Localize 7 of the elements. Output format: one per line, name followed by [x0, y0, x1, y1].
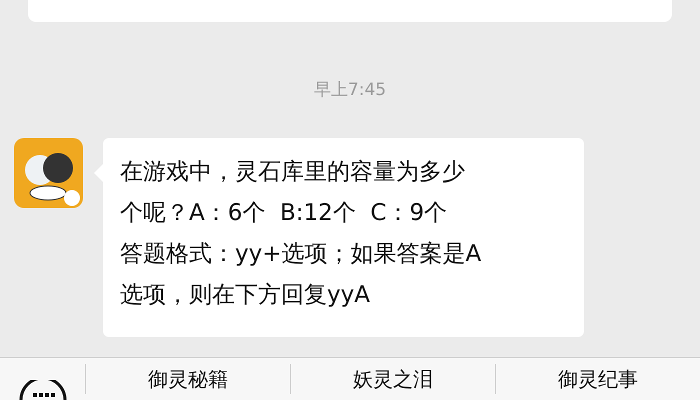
keyboard-icon[interactable]: [18, 380, 66, 400]
menu-tab[interactable]: 御灵秘籍: [148, 364, 228, 394]
app-avatar[interactable]: [14, 138, 83, 208]
menu-tab[interactable]: 妖灵之泪: [353, 364, 433, 394]
timestamp: 早上7:45: [314, 79, 386, 102]
message-text: 在游戏中，灵石库里的容量为多少 个呢？A：6个 B:12个 C：9个 答题格式：yy+选项；如果答案是A 选项，则在下方回复yyA: [120, 158, 482, 310]
menu-tab[interactable]: 御灵纪事: [558, 364, 638, 394]
